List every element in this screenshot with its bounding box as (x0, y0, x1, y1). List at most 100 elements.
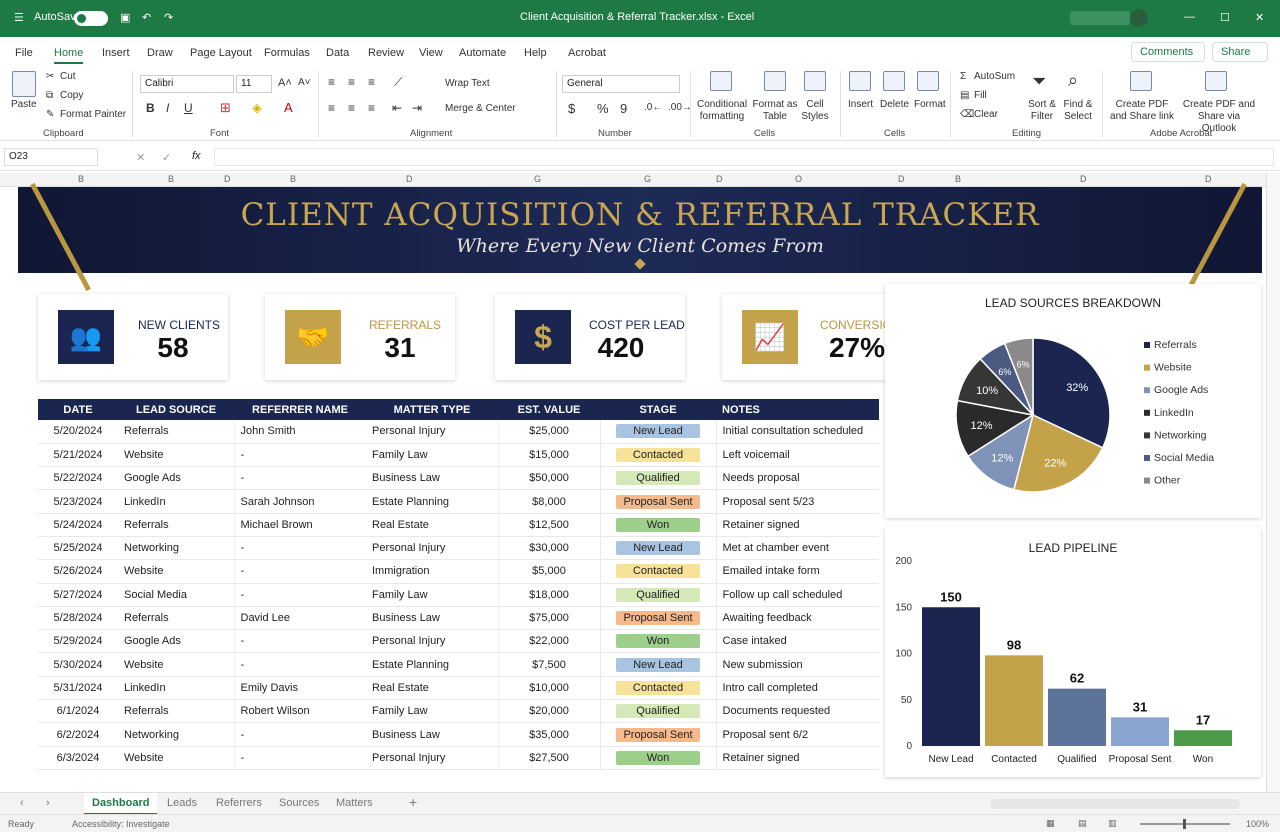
table-cell[interactable]: David Lee (234, 606, 366, 631)
decrease-font-icon[interactable]: A˅ (298, 77, 311, 88)
table-cell[interactable]: $10,000 (498, 676, 600, 701)
table-cell[interactable]: Family Law (366, 583, 499, 607)
table-cell[interactable]: Emailed intake form (716, 559, 879, 584)
table-cell[interactable]: Retainer signed (716, 513, 879, 537)
table-cell[interactable]: Follow up call scheduled (716, 583, 879, 607)
table-cell[interactable]: Website (118, 443, 235, 468)
comma-icon[interactable]: 9 (620, 101, 627, 116)
table-cell[interactable]: Referrals (118, 420, 235, 444)
copy-icon[interactable]: ⧉ (46, 90, 53, 101)
column-header[interactable]: G (534, 174, 541, 184)
fill-color-icon[interactable]: ◈ (252, 100, 262, 116)
minimize-icon[interactable]: — (1184, 11, 1195, 23)
table-cell[interactable]: Won (599, 629, 717, 654)
table-cell[interactable]: Personal Injury (366, 746, 499, 770)
table-cell[interactable]: - (234, 652, 366, 677)
table-row[interactable]: 5/29/2024 Google Ads - Personal Injury $22,0… (38, 629, 879, 654)
table-cell[interactable]: Website (118, 746, 235, 770)
table-cell[interactable]: $7,500 (498, 652, 600, 677)
table-row[interactable]: 5/23/2024 LinkedIn Sarah Johnson Estate Pla… (38, 489, 879, 514)
paste-icon[interactable] (12, 71, 36, 97)
accessibility-status[interactable]: Accessibility: Investigate (72, 819, 170, 829)
save-icon[interactable]: ▣ (120, 11, 130, 24)
table-cell[interactable]: Google Ads (118, 466, 235, 491)
autosave-toggle[interactable] (74, 11, 108, 26)
clear-icon[interactable]: ⌫ (960, 109, 974, 120)
table-cell[interactable]: Sarah Johnson (234, 489, 366, 514)
page-layout-view-icon[interactable]: ▤ (1078, 818, 1087, 829)
column-header[interactable]: D (1080, 174, 1087, 184)
increase-indent-icon[interactable]: ⇥ (412, 101, 422, 115)
menu-draw[interactable]: Draw (147, 47, 173, 59)
font-name-select[interactable]: Calibri (140, 75, 234, 93)
table-cell[interactable]: 5/26/2024 (38, 559, 118, 584)
column-header-referrer-name[interactable]: REFERRER NAME (234, 399, 366, 420)
table-cell[interactable]: - (234, 629, 366, 654)
close-icon[interactable]: ✕ (1255, 11, 1264, 24)
table-cell[interactable]: Business Law (366, 606, 499, 631)
table-cell[interactable]: - (234, 466, 366, 491)
bold-icon[interactable]: B (146, 101, 155, 115)
menu-formulas[interactable]: Formulas (264, 47, 310, 59)
column-header-stage[interactable]: STAGE (600, 399, 716, 420)
table-cell[interactable]: Proposal sent 6/2 (716, 722, 879, 747)
table-cell[interactable]: Proposal Sent (599, 722, 717, 747)
horizontal-scrollbar[interactable] (990, 799, 1240, 809)
table-cell[interactable]: New Lead (599, 536, 717, 561)
increase-decimal-icon[interactable]: .0← (644, 102, 662, 113)
table-cell[interactable]: - (234, 722, 366, 747)
format-painter-button[interactable]: Format Painter (60, 109, 126, 120)
table-cell[interactable]: Qualified (599, 699, 717, 724)
tab-scroll-left-icon[interactable]: ‹ (20, 797, 24, 809)
table-cell[interactable]: New Lead (599, 652, 717, 677)
menu-acrobat[interactable]: Acrobat (568, 47, 606, 59)
table-row[interactable]: 6/1/2024 Referrals Robert Wilson Family Law… (38, 699, 879, 724)
table-cell[interactable]: Personal Injury (366, 629, 499, 654)
column-header-lead-source[interactable]: LEAD SOURCE (118, 399, 234, 420)
column-header[interactable]: D (406, 174, 413, 184)
table-cell[interactable]: Referrals (118, 699, 235, 724)
table-cell[interactable]: $27,500 (498, 746, 600, 770)
table-row[interactable]: 5/30/2024 Website - Estate Planning $7,500 Ne… (38, 652, 879, 677)
table-cell[interactable]: - (234, 746, 366, 770)
cut-button[interactable]: Cut (60, 71, 76, 82)
table-cell[interactable]: LinkedIn (118, 676, 235, 701)
cell-styles-icon[interactable] (804, 71, 826, 91)
page-break-view-icon[interactable]: ▥ (1108, 818, 1117, 829)
table-cell[interactable]: $35,000 (498, 722, 600, 747)
conditional-formatting-button[interactable]: Conditional formatting (697, 99, 747, 123)
menu-help[interactable]: Help (524, 47, 547, 59)
column-header[interactable]: D (898, 174, 905, 184)
table-cell[interactable]: Website (118, 559, 235, 584)
fill-icon[interactable]: ▤ (960, 90, 969, 101)
fill-button[interactable]: Fill (974, 90, 987, 101)
table-cell[interactable]: Referrals (118, 513, 235, 537)
table-cell[interactable]: Networking (118, 536, 235, 561)
tab-matters[interactable]: Matters (336, 797, 373, 809)
tab-scroll-right-icon[interactable]: › (46, 797, 50, 809)
menu-page-layout[interactable]: Page Layout (190, 47, 252, 59)
table-row[interactable]: 5/21/2024 Website - Family Law $15,000 Contac… (38, 443, 879, 468)
table-row[interactable]: 5/26/2024 Website - Immigration $5,000 Contac… (38, 559, 879, 584)
insert-cells-button[interactable]: Insert (848, 99, 873, 110)
table-cell[interactable]: $25,000 (498, 420, 600, 444)
decrease-decimal-icon[interactable]: .00→ (668, 102, 692, 113)
table-cell[interactable]: $12,500 (498, 513, 600, 537)
table-cell[interactable]: Real Estate (366, 513, 499, 537)
table-cell[interactable]: Personal Injury (366, 536, 499, 561)
table-cell[interactable]: $8,000 (498, 489, 600, 514)
avatar[interactable] (1130, 9, 1148, 27)
column-header-date[interactable]: DATE (38, 399, 118, 420)
table-cell[interactable]: New Lead (599, 420, 717, 444)
table-cell[interactable]: Retainer signed (716, 746, 879, 770)
column-header[interactable]: B (955, 174, 961, 184)
table-cell[interactable]: 5/23/2024 (38, 489, 118, 514)
table-cell[interactable]: New submission (716, 652, 879, 677)
table-cell[interactable]: $5,000 (498, 559, 600, 584)
table-row[interactable]: 5/25/2024 Networking - Personal Injury $30,0… (38, 536, 879, 561)
menu-view[interactable]: View (419, 47, 443, 59)
table-cell[interactable]: Business Law (366, 466, 499, 491)
table-cell[interactable]: Family Law (366, 443, 499, 468)
create-pdf-link-button[interactable]: Create PDF and Share link (1106, 99, 1178, 123)
menu-home[interactable]: Home (54, 47, 84, 64)
